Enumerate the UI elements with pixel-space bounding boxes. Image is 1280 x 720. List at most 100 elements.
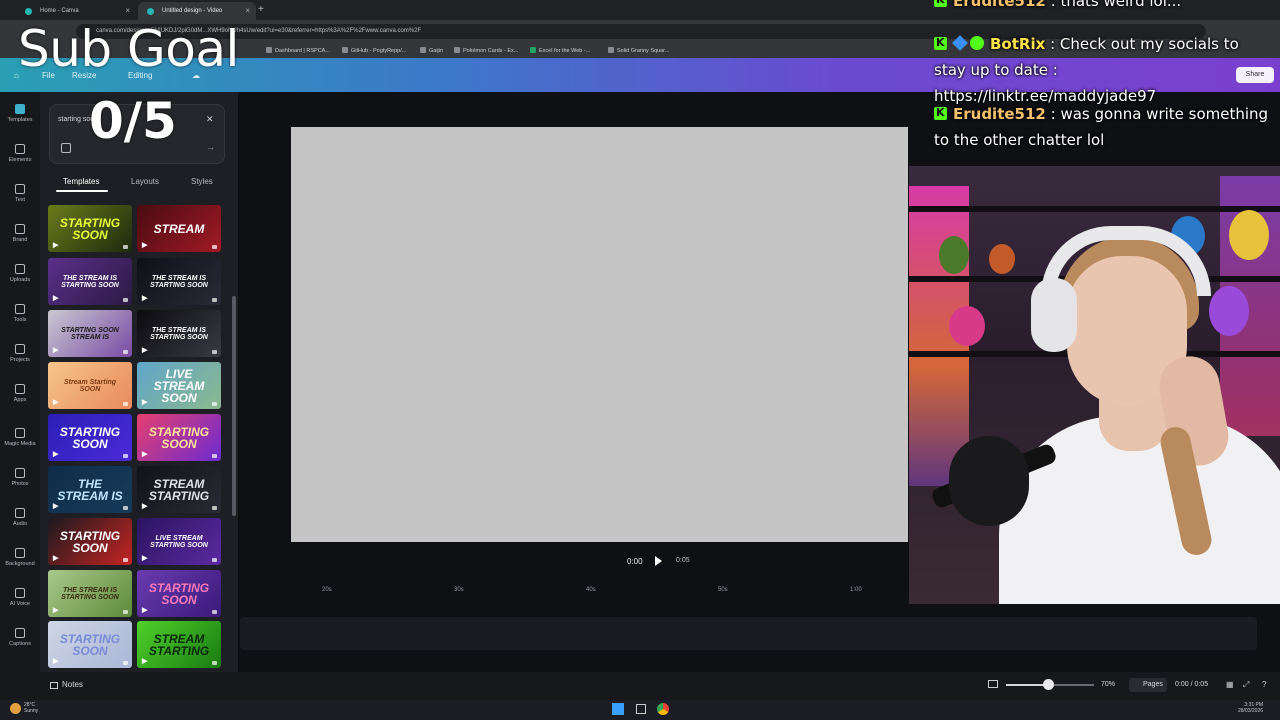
timeline-tick: 30s	[454, 587, 464, 593]
pages-button[interactable]: Pages	[1129, 678, 1167, 692]
tab-templates[interactable]: Templates	[63, 177, 99, 186]
rail-item-apps[interactable]: Apps	[0, 384, 40, 403]
new-tab-button[interactable]: +	[258, 4, 264, 15]
rail-item-audio[interactable]: Audio	[0, 508, 40, 527]
fullscreen-icon[interactable]: ⤢	[1243, 680, 1249, 690]
bookmark-item[interactable]: Excel for the Web -...	[530, 47, 590, 54]
bookmark-item[interactable]: Dashboard | RSPCA...	[266, 47, 330, 54]
template-thumbnail[interactable]: STARTING SOON ▶	[137, 570, 221, 617]
brand-icon	[15, 224, 25, 234]
rail-item-brand[interactable]: Brand	[0, 224, 40, 243]
task-view-icon[interactable]	[636, 704, 646, 714]
play-icon: ▶	[142, 555, 148, 562]
active-tab-indicator	[56, 190, 108, 192]
zoom-level[interactable]: 70%	[1101, 681, 1115, 688]
template-thumbnail[interactable]: THE STREAM IS ▶	[48, 466, 132, 513]
help-icon[interactable]: ?	[1262, 680, 1266, 689]
chrome-icon[interactable]	[657, 703, 669, 715]
template-thumbnail[interactable]: THE STREAM IS STARTING SOON ▶	[137, 258, 221, 305]
fit-screen-icon[interactable]	[988, 680, 998, 688]
template-thumbnail[interactable]: LIVE STREAM SOON ▶	[137, 362, 221, 409]
rail-item-uploads[interactable]: Uploads	[0, 264, 40, 283]
bookmark-label: Dashboard | RSPCA...	[275, 48, 330, 54]
bookmark-item[interactable]: GitHub - PogtyRepp/...	[342, 47, 406, 54]
bookmark-item[interactable]: Pokémon Cards - Ex...	[454, 47, 518, 54]
system-clock[interactable]: 3:31 PM 28/03/2026	[1238, 702, 1263, 714]
heart-icon	[608, 47, 614, 53]
premium-crown-icon	[123, 558, 128, 562]
template-thumbnail-text: LIVE STREAM STARTING SOON	[150, 534, 208, 549]
rail-item-templates[interactable]: Templates	[0, 104, 40, 123]
play-icon: ▶	[53, 607, 59, 614]
template-thumbnail[interactable]: STARTING SOON ▶	[48, 414, 132, 461]
projects-icon	[15, 344, 25, 354]
rail-label: Text	[14, 197, 26, 203]
template-thumbnail-text: Stream Starting SOON	[63, 378, 117, 393]
timeline-track[interactable]	[240, 617, 1257, 650]
premium-crown-icon	[212, 402, 217, 406]
tab-home-canva[interactable]: Home - Canva ×	[16, 2, 136, 20]
playback-duration: 0:05	[676, 557, 690, 564]
template-thumbnail[interactable]: STARTING SOON ▶	[137, 414, 221, 461]
template-thumbnail[interactable]: THE STREAM IS STARTING SOON ▶	[137, 310, 221, 357]
notes-button[interactable]: Notes	[62, 680, 83, 689]
template-thumbnail[interactable]: STREAM STARTING ▶	[137, 466, 221, 513]
tab-label: Untitled design - Video	[162, 8, 223, 14]
premium-crown-icon	[123, 298, 128, 302]
template-thumbnail[interactable]: THE STREAM IS STARTING SOON ▶	[48, 570, 132, 617]
template-thumbnail[interactable]: Stream Starting SOON ▶	[48, 362, 132, 409]
github-icon	[342, 47, 348, 53]
template-thumbnail[interactable]: STREAM STARTING ▶	[137, 621, 221, 668]
template-thumbnail[interactable]: STARTING SOON ▶	[48, 621, 132, 668]
template-thumbnail-text: STARTING SOON	[59, 528, 121, 555]
plush-toy	[1229, 210, 1269, 260]
rail-item-projects[interactable]: Projects	[0, 344, 40, 363]
close-tab-icon[interactable]: ×	[125, 6, 130, 15]
play-icon: ▶	[142, 399, 148, 406]
panel-scrollbar[interactable]	[232, 296, 236, 516]
clear-search-icon[interactable]: ✕	[206, 114, 214, 125]
template-thumbnail[interactable]: STARTING SOON STREAM IS ▶	[48, 310, 132, 357]
rail-item-background[interactable]: Background	[0, 548, 40, 567]
play-icon: ▶	[53, 399, 59, 406]
rail-item-elements[interactable]: Elements	[0, 144, 40, 163]
template-thumbnail-text: LIVE STREAM SOON	[153, 366, 205, 405]
tab-untitled-design[interactable]: Untitled design - Video ×	[138, 2, 256, 20]
rail-item-photos[interactable]: Photos	[0, 468, 40, 487]
bookmark-item[interactable]: Gaijin	[420, 47, 443, 54]
grid-view-icon[interactable]: ▦	[1226, 680, 1234, 689]
rail-item-text[interactable]: Text	[0, 184, 40, 203]
image-search-icon[interactable]	[61, 143, 71, 153]
premium-crown-icon	[123, 245, 128, 249]
template-thumbnail[interactable]: THE STREAM IS STARTING SOON ▶	[48, 258, 132, 305]
close-tab-icon[interactable]: ×	[245, 6, 250, 15]
bookmark-item[interactable]: Solid Granny Squar...	[608, 47, 669, 54]
windows-start-icon[interactable]	[612, 703, 624, 715]
premium-crown-icon	[212, 661, 217, 665]
rail-item-captions[interactable]: Captions	[0, 628, 40, 647]
tab-styles[interactable]: Styles	[191, 177, 213, 186]
play-icon: ▶	[142, 347, 148, 354]
play-icon: ▶	[142, 242, 148, 249]
canva-favicon-icon	[25, 8, 32, 15]
play-icon: ▶	[142, 607, 148, 614]
design-canvas[interactable]	[291, 127, 908, 542]
rail-item-tools[interactable]: Tools	[0, 304, 40, 323]
play-icon[interactable]	[655, 556, 662, 566]
premium-crown-icon	[123, 610, 128, 614]
zoom-slider-handle[interactable]	[1043, 679, 1054, 690]
rail-item-ai-voice[interactable]: AI Voice	[0, 588, 40, 607]
template-thumbnail[interactable]: LIVE STREAM STARTING SOON ▶	[137, 518, 221, 565]
kick-icon	[934, 0, 947, 13]
magic-media-icon	[15, 428, 25, 438]
headphone-cup	[1031, 278, 1077, 352]
tab-layouts[interactable]: Layouts	[131, 177, 159, 186]
weather-widget[interactable]: 28°C Sunny	[24, 702, 38, 714]
template-thumbnail[interactable]: STREAM ▶	[137, 205, 221, 252]
submit-search-icon[interactable]: →	[206, 142, 215, 152]
rail-item-magic-media[interactable]: Magic Media	[0, 428, 40, 447]
rail-label: Photos	[11, 481, 29, 487]
template-thumbnail[interactable]: STARTING SOON ▶	[48, 518, 132, 565]
template-thumbnail-text: STARTING SOON	[148, 424, 210, 451]
template-thumbnail[interactable]: STARTING SOON ▶	[48, 205, 132, 252]
